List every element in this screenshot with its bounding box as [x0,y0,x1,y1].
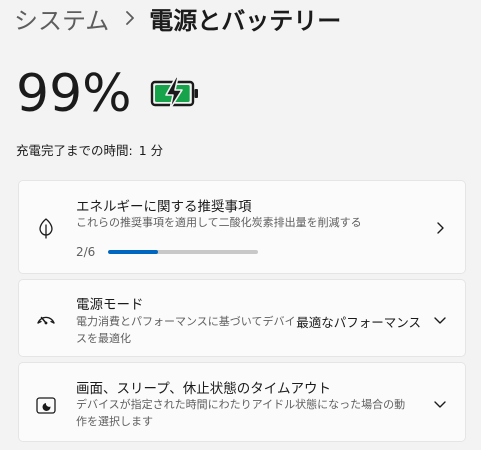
battery-charging-icon [150,76,198,110]
screen-sleep-icon [36,397,56,414]
chevron-down-icon[interactable] [433,397,447,411]
page-title: 電源とバッテリー [149,6,342,35]
charge-time-value: 1 分 [138,143,164,158]
power-mode-description: 電力消費とパフォーマンスに基づいてデバイスを最適化 [76,315,296,345]
energy-card-title: エネルギーに関する推奨事項 [76,199,252,215]
chevron-right-icon [437,222,444,234]
leaf-icon [39,218,53,239]
gauge-icon [37,316,55,325]
energy-progress-bar [108,250,258,254]
energy-progress-fill [108,250,158,254]
sleep-timeout-description: デバイスが指定された時間にわたりアイドル状態になった場合の動作を選択します [76,398,406,428]
energy-card-description: これらの推奨事項を適用して二酸化炭素排出量を削減する [76,216,362,229]
chevron-right-icon [125,10,135,26]
charge-time-label: 充電完了までの時間: [16,143,133,158]
power-mode-title: 電源モード [76,297,144,313]
chevron-down-icon[interactable] [433,313,447,327]
battery-percentage: 99% [16,64,132,124]
power-mode-dropdown[interactable]: 最適なパフォーマンス [296,312,421,331]
energy-progress-label: 2/6 [76,245,96,259]
sleep-timeout-title: 画面、スリープ、休止状態のタイムアウト [76,381,332,397]
charge-time-text: 充電完了までの時間: 1 分 [16,140,163,159]
breadcrumb: システム 電源とバッテリー [14,1,342,36]
breadcrumb-system-link[interactable]: システム [14,1,109,36]
power-mode-card: 電源モード 電力消費とパフォーマンスに基づいてデバイスを最適化 最適なパフォーマ… [18,279,466,357]
energy-recommendations-card[interactable]: エネルギーに関する推奨事項 これらの推奨事項を適用して二酸化炭素排出量を削減する… [18,180,466,274]
screen-sleep-timeout-card[interactable]: 画面、スリープ、休止状態のタイムアウト デバイスが指定された時間にわたりアイドル… [18,362,466,442]
